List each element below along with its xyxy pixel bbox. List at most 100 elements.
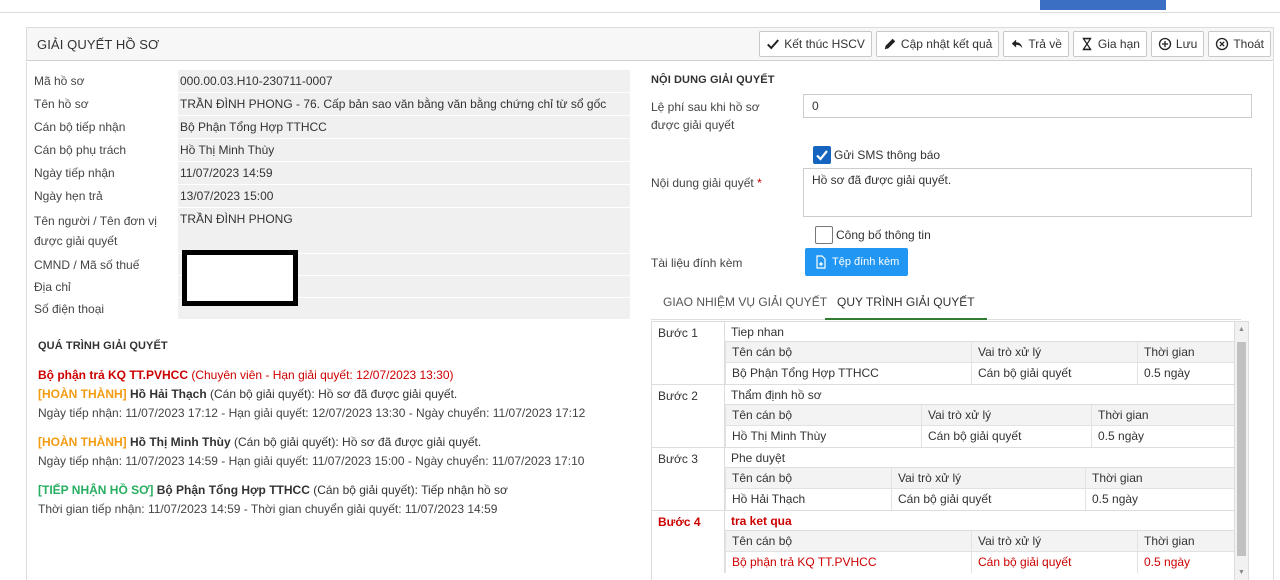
info-label: Số điện thoại (34, 302, 105, 316)
time-cell: 0.5 ngày (1137, 363, 1234, 384)
col-header: Tên cán bộ (725, 531, 971, 551)
info-label: Tên hồ sơ (34, 97, 89, 111)
status-tag: [HOÀN THÀNH] (38, 387, 127, 401)
due-date-value: 13/07/2023 15:00 (178, 185, 630, 208)
required-mark: * (757, 176, 762, 190)
workflow-step: Bước 4 tra ket qua Tên cán bộ Vai trò xử… (652, 511, 1234, 573)
steps-scrollbar[interactable]: ▲ ▼ (1235, 321, 1249, 580)
info-row-officer: Cán bộ phụ trách Hồ Thị Minh Thùy (30, 139, 630, 162)
hourglass-icon (1082, 37, 1092, 51)
fee-input[interactable]: 0 (803, 94, 1252, 118)
time-cell: 0.5 ngày (1085, 489, 1234, 510)
publish-checkbox[interactable]: Công bố thông tin (815, 226, 931, 244)
step-name: Thẩm định hồ sơ (725, 385, 1234, 405)
fee-label: Lệ phí sau khi hồ sơ được giải quyết (651, 98, 760, 134)
step-name: Phe duyệt (725, 448, 1234, 468)
finish-button[interactable]: Kết thúc HSCV (759, 31, 872, 57)
table-header-row: Tên cán bộ Vai trò xử lý Thời gian (725, 342, 1234, 363)
workflow-step: Bước 3 Phe duyệt Tên cán bộ Vai trò xử l… (652, 448, 1234, 511)
info-label: Tên người / Tên đơn vị được giải quyết (30, 208, 178, 254)
col-header: Vai trò xử lý (971, 342, 1137, 362)
col-header: Vai trò xử lý (891, 468, 1085, 488)
history-item: [HOÀN THÀNH] Hồ Thị Minh Thùy (Cán bộ gi… (38, 433, 638, 471)
history-item: [HOÀN THÀNH] Hồ Hải Thạch (Cán bộ giải q… (38, 385, 638, 423)
exit-button-label: Thoát (1233, 37, 1264, 51)
table-row: Bộ Phận Tổng Hợp TTHCC Cán bộ giải quyết… (725, 363, 1234, 384)
tab-workflow[interactable]: QUY TRÌNH GIẢI QUYẾT (825, 286, 987, 320)
role-cell: Cán bộ giải quyết (971, 552, 1137, 573)
publish-checkbox-label: Công bố thông tin (836, 228, 931, 242)
history-person: Bộ Phận Tổng Hợp TTHCC (156, 483, 310, 497)
step-number: Bước 2 (658, 389, 698, 403)
tab-bar: GIAO NHIỆM VỤ GIẢI QUYẾT QUY TRÌNH GIẢI … (651, 286, 1241, 320)
file-add-icon (816, 255, 826, 269)
history-subline: Ngày tiếp nhận: 11/07/2023 14:59 - Hạn g… (38, 454, 585, 468)
role-cell: Cán bộ giải quyết (971, 363, 1137, 384)
check-icon (767, 39, 780, 50)
table-row: Hồ Thị Minh Thùy Cán bộ giải quyết 0.5 n… (725, 426, 1234, 447)
reply-icon (1012, 39, 1023, 49)
step-number: Bước 1 (658, 326, 698, 340)
case-info-table: Mã hồ sơ 000.00.03.H10-230711-0007 Tên h… (30, 70, 630, 320)
tab-assign-task[interactable]: GIAO NHIỆM VỤ GIẢI QUYẾT (651, 286, 839, 320)
content-label: Nội dung giải quyết * (651, 174, 762, 192)
role-cell: Cán bộ giải quyết (891, 489, 1085, 510)
extend-button[interactable]: Gia hạn (1072, 31, 1147, 57)
status-tag: [HOÀN THÀNH] (38, 435, 127, 449)
receiver-value: Bộ Phận Tổng Hợp TTHCC (178, 116, 630, 139)
top-nav-active-indicator (1040, 0, 1166, 10)
received-date-value: 11/07/2023 14:59 (178, 162, 630, 185)
role-cell: Cán bộ giải quyết (921, 426, 1091, 447)
table-header-row: Tên cán bộ Vai trò xử lý Thời gian (725, 405, 1234, 426)
attach-file-button[interactable]: Tệp đính kèm (805, 248, 909, 276)
scroll-down-arrow-icon[interactable]: ▼ (1238, 569, 1245, 576)
info-row-case-id: Mã hồ sơ 000.00.03.H10-230711-0007 (30, 70, 630, 93)
table-row: Hồ Hải Thạch Cán bộ giải quyết 0.5 ngày (725, 489, 1234, 510)
col-header: Tên cán bộ (725, 405, 921, 425)
workflow-step: Bước 2 Thẩm định hồ sơ Tên cán bộ Vai tr… (652, 385, 1234, 448)
page-header: GIẢI QUYẾT HỒ SƠ Kết thúc HSCV Cập nhật … (26, 27, 1274, 61)
page-title: GIẢI QUYẾT HỒ SƠ (37, 37, 160, 52)
history-role: (Cán bộ giải quyết): Hồ sơ đã được giải … (206, 387, 458, 401)
applicant-value: TRẦN ĐÌNH PHONG (178, 208, 630, 254)
history-item: [TIẾP NHẬN HỒ SƠ] Bộ Phận Tổng Hợp TTHCC… (38, 481, 638, 519)
fee-label-line: được giải quyết (651, 118, 735, 132)
info-label: Cán bộ phụ trách (34, 143, 127, 157)
case-id-value: 000.00.03.H10-230711-0007 (178, 70, 630, 93)
step-detail-table: Tên cán bộ Vai trò xử lý Thời gian Bộ Ph… (725, 342, 1234, 384)
content-label-text: Nội dung giải quyết (651, 176, 754, 190)
table-header-row: Tên cán bộ Vai trò xử lý Thời gian (725, 531, 1234, 552)
plus-circle-icon (1158, 37, 1172, 51)
info-label-line: Tên người / Tên đơn vị (34, 214, 157, 228)
exit-button[interactable]: Thoát (1208, 31, 1271, 57)
scroll-thumb[interactable] (1237, 342, 1246, 556)
content-textarea[interactable]: Hồ sơ đã được giải quyết. (803, 168, 1252, 217)
col-header: Vai trò xử lý (971, 531, 1137, 551)
checkbox-checked-icon (813, 146, 831, 164)
sms-checkbox-label: Gửi SMS thông báo (834, 148, 941, 162)
info-label: Địa chỉ (34, 280, 71, 294)
update-result-button[interactable]: Cập nhật kết quả (875, 31, 1000, 57)
history-subline: Thời gian tiếp nhận: 11/07/2023 14:59 - … (38, 502, 498, 516)
step-detail-table: Tên cán bộ Vai trò xử lý Thời gian Bộ ph… (725, 531, 1234, 573)
top-bar (0, 0, 1280, 14)
col-header: Tên cán bộ (725, 342, 971, 362)
step-number: Bước 4 (658, 515, 701, 529)
col-header: Vai trò xử lý (921, 405, 1091, 425)
info-label: Ngày hẹn trả (34, 189, 103, 203)
return-button[interactable]: Trả về (1003, 31, 1069, 57)
officer-cell: Bộ phận trả KQ TT.PVHCC (725, 552, 971, 573)
save-button[interactable]: Lưu (1150, 31, 1205, 57)
col-header: Thời gian (1091, 405, 1234, 425)
status-tag: [TIẾP NHẬN HỒ SƠ] (38, 483, 154, 497)
step-name: tra ket qua (725, 511, 1234, 531)
step-name: Tiep nhan (725, 322, 1234, 342)
info-row-due-date: Ngày hẹn trả 13/07/2023 15:00 (30, 185, 630, 208)
history-role: (Cán bộ giải quyết): Tiếp nhận hồ sơ (309, 483, 508, 497)
step-number: Bước 3 (658, 452, 698, 466)
sms-checkbox[interactable]: Gửi SMS thông báo (813, 146, 940, 164)
scroll-up-arrow-icon[interactable]: ▲ (1238, 326, 1245, 333)
case-name-value: TRẦN ĐÌNH PHONG - 76. Cấp bản sao văn bằ… (178, 93, 630, 116)
info-row-receiver: Cán bộ tiếp nhận Bộ Phận Tổng Hợp TTHCC (30, 116, 630, 139)
officer-cell: Bộ Phận Tổng Hợp TTHCC (725, 363, 971, 384)
